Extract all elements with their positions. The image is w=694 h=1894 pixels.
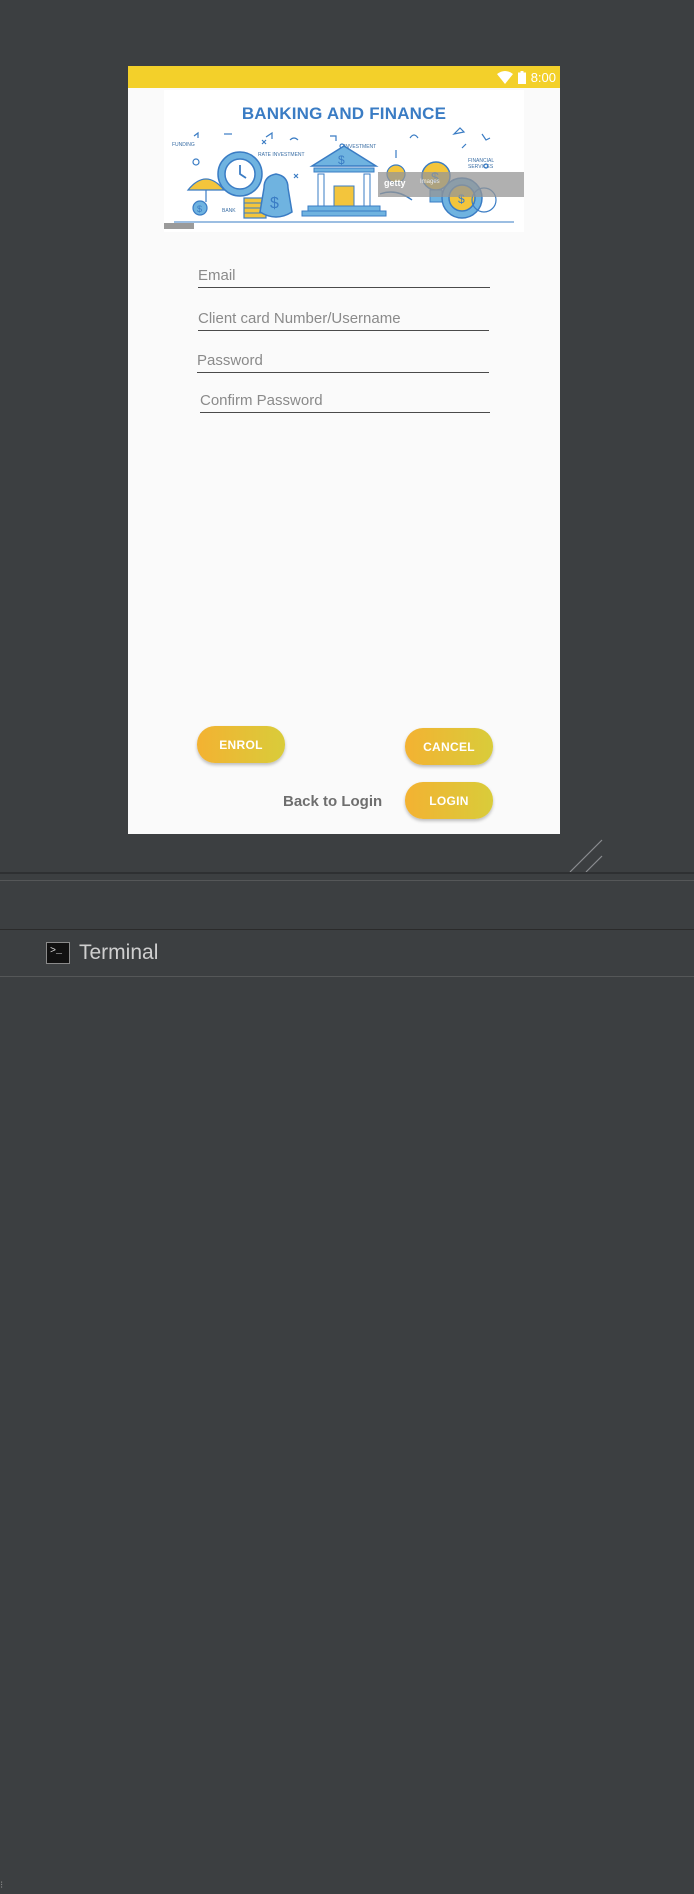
status-icons: 8:00 [496, 69, 556, 85]
client-card-input[interactable] [198, 306, 489, 330]
email-input[interactable] [198, 263, 490, 287]
battery-icon [517, 70, 526, 84]
back-to-login-link[interactable]: Back to Login [283, 793, 382, 810]
watermark-overlay: getty Images [378, 172, 524, 197]
login-button[interactable]: LOGIN [405, 782, 493, 819]
banking-banner-image: BANKING AND FINANCE FUNDING RATE INVESTM… [164, 90, 524, 232]
terminal-tab-label: Terminal [79, 941, 159, 964]
confirm-password-input[interactable] [200, 388, 490, 412]
watermark-text: getty [384, 178, 406, 188]
toolbar-bottom-border [0, 976, 694, 977]
resize-grip-icon[interactable] [568, 838, 604, 874]
banner-credit-strip [164, 223, 194, 229]
phone-preview: 8:00 BANKING AND FINANCE FUNDING RATE IN… [128, 66, 560, 834]
tool-window-panel [0, 881, 694, 929]
banking-illustration: $ $ $ $ [174, 127, 514, 223]
cancel-button[interactable]: CANCEL [405, 728, 493, 765]
truncated-tab-indicator: ⁝ [0, 1880, 4, 1891]
status-bar: 8:00 [128, 66, 560, 88]
terminal-tab[interactable]: >_ Terminal [46, 941, 158, 965]
confirm-password-field[interactable] [200, 388, 490, 413]
svg-text:$: $ [197, 204, 202, 214]
email-field[interactable] [198, 263, 490, 288]
client-card-field[interactable] [198, 306, 489, 331]
status-time: 8:00 [530, 69, 556, 85]
password-field[interactable] [197, 348, 489, 373]
password-input[interactable] [197, 348, 489, 372]
svg-text:$: $ [270, 195, 279, 212]
terminal-icon: >_ [46, 942, 70, 964]
svg-text:$: $ [338, 153, 345, 167]
wifi-icon [496, 70, 513, 84]
enrol-button[interactable]: ENROL [197, 726, 285, 763]
watermark-id: Images [420, 179, 440, 185]
